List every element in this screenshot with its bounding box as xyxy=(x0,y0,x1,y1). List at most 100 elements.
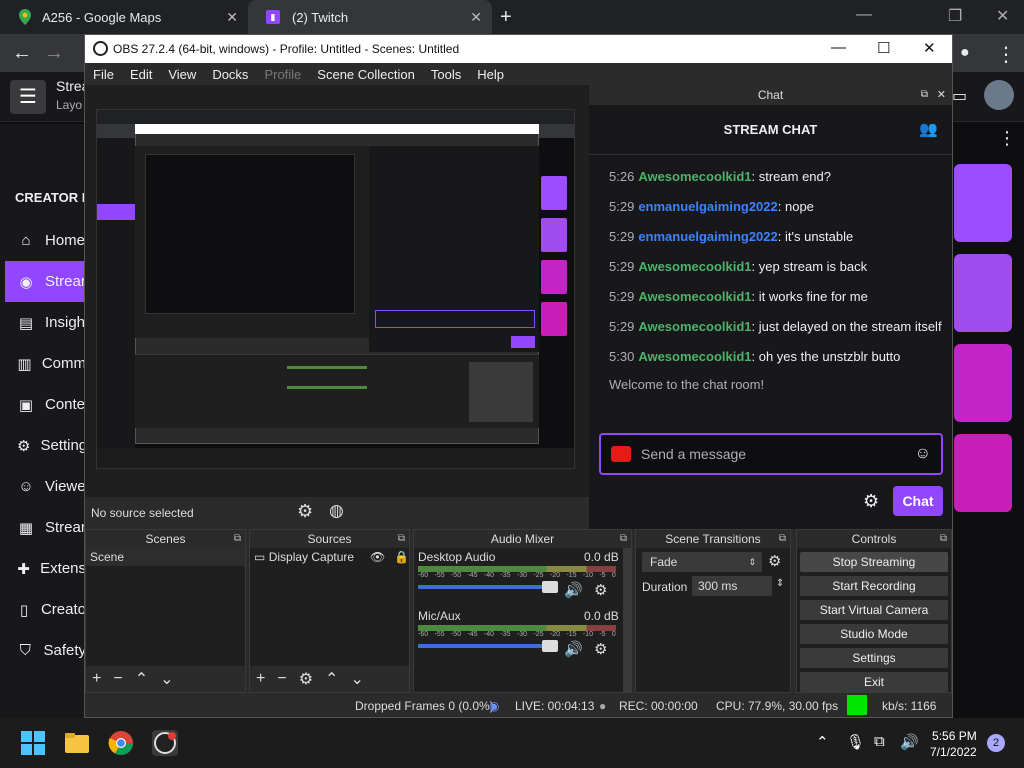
sidebar-item-viewer[interactable]: ☺ Viewe xyxy=(5,466,86,507)
exit-button[interactable]: Exit xyxy=(800,672,948,692)
float-dock-icon[interactable]: ⧉ xyxy=(620,530,627,548)
menu-help[interactable]: Help xyxy=(477,67,504,82)
slider-handle[interactable] xyxy=(542,640,558,652)
slider-handle[interactable] xyxy=(542,581,558,593)
quick-action-card[interactable] xyxy=(954,164,1012,242)
float-dock-icon[interactable]: ⧉ xyxy=(940,530,947,548)
scene-item[interactable]: Scene xyxy=(86,548,245,566)
spinner-arrows-icon[interactable]: ⇕ xyxy=(776,578,784,589)
volume-slider[interactable] xyxy=(418,581,558,593)
sidebar-item-community[interactable]: ▥ Comm xyxy=(5,343,86,384)
channel-settings-icon[interactable]: ⚙ xyxy=(594,640,607,658)
source-properties-icon[interactable]: ⚙ xyxy=(297,501,313,522)
float-dock-icon[interactable]: ⧉ xyxy=(234,530,241,548)
minimize-icon[interactable]: — xyxy=(856,6,872,24)
profile-icon[interactable]: ● xyxy=(960,44,970,62)
sidebar-item-creator-camp[interactable]: ▯ Creato xyxy=(5,589,86,630)
visibility-eye-icon[interactable]: 👁 xyxy=(370,548,385,566)
sidebar-item-insights[interactable]: ▤ Insigh xyxy=(5,302,86,343)
back-icon[interactable]: ← xyxy=(12,42,32,65)
chrome-icon[interactable] xyxy=(108,730,134,756)
quick-action-card[interactable] xyxy=(954,434,1012,512)
speaker-icon[interactable]: 🔊 xyxy=(564,640,583,658)
users-icon[interactable]: 👥 xyxy=(919,105,938,155)
emote-picker-icon[interactable]: ☺ xyxy=(915,445,931,463)
menu-file[interactable]: File xyxy=(93,67,114,82)
remove-icon[interactable]: − xyxy=(113,670,122,688)
transition-settings-icon[interactable]: ⚙ xyxy=(768,552,781,570)
lock-icon[interactable]: 🔒 xyxy=(394,548,409,566)
move-up-icon[interactable]: ⌃ xyxy=(135,669,148,689)
float-dock-icon[interactable]: ⧉ xyxy=(398,530,405,548)
start-recording-button[interactable]: Start Recording xyxy=(800,576,948,596)
menu-scene-collection[interactable]: Scene Collection xyxy=(317,67,415,82)
tab-twitch[interactable]: ▮ (2) Twitch ✕ xyxy=(248,0,492,34)
chat-send-button[interactable]: Chat xyxy=(893,486,943,516)
channel-settings-icon[interactable]: ⚙ xyxy=(594,581,607,599)
add-icon[interactable]: + xyxy=(256,670,265,688)
avatar[interactable] xyxy=(984,80,1014,110)
sidebar-item-settings[interactable]: ⚙ Setting xyxy=(5,425,86,466)
windows-start-icon[interactable] xyxy=(20,730,46,756)
sidebar-item-stream-tools[interactable]: ▦ Strear xyxy=(5,507,86,548)
duration-input[interactable]: 300 ms xyxy=(692,576,772,596)
tab-google-maps[interactable]: A256 - Google Maps ✕ xyxy=(0,0,248,34)
volume-slider[interactable] xyxy=(418,640,558,652)
sidebar-item-stream[interactable]: ◉ Strear xyxy=(5,261,86,302)
move-up-icon[interactable]: ⌃ xyxy=(325,669,338,689)
move-down-icon[interactable]: ⌄ xyxy=(350,669,363,689)
sidebar-item-home[interactable]: ⌂ Home xyxy=(5,220,86,261)
mixer-scrollbar[interactable] xyxy=(623,548,631,692)
tab-label: A256 - Google Maps xyxy=(42,9,162,25)
sidebar-item-content[interactable]: ▣ Conte xyxy=(5,384,86,425)
menu-profile[interactable]: Profile xyxy=(264,67,301,82)
source-item[interactable]: ▭ Display Capture 👁 🔒 xyxy=(250,548,409,566)
restore-icon[interactable]: ❐ xyxy=(948,6,962,26)
remove-icon[interactable]: − xyxy=(277,670,286,688)
move-down-icon[interactable]: ⌄ xyxy=(160,669,173,689)
menu-tools[interactable]: Tools xyxy=(431,67,461,82)
chat-input[interactable]: Send a message ☺ xyxy=(599,433,943,475)
new-tab-button[interactable]: + xyxy=(500,6,512,29)
close-tab-icon[interactable]: ✕ xyxy=(226,9,238,26)
forward-icon[interactable]: → xyxy=(44,42,64,65)
float-dock-icon[interactable]: ⧉ xyxy=(779,530,786,548)
chevron-up-icon[interactable]: ⌃ xyxy=(816,733,829,751)
close-icon[interactable]: ✕ xyxy=(996,6,1009,26)
chat-icon[interactable]: ▭ xyxy=(952,86,967,106)
source-filters-icon[interactable]: ◍ xyxy=(329,501,344,521)
speaker-icon[interactable]: 🔊 xyxy=(564,581,583,599)
studio-mode-button[interactable]: Studio Mode xyxy=(800,624,948,644)
menu-edit[interactable]: Edit xyxy=(130,67,152,82)
obs-taskbar-icon[interactable] xyxy=(152,730,178,756)
file-explorer-icon[interactable] xyxy=(64,730,90,756)
menu-docks[interactable]: Docks xyxy=(212,67,248,82)
add-icon[interactable]: + xyxy=(92,670,101,688)
maximize-icon[interactable]: ☐ xyxy=(877,39,890,57)
sidebar-item-extensions[interactable]: ✚ Extens xyxy=(5,548,86,589)
close-dock-icon[interactable]: ✕ xyxy=(937,85,946,105)
quick-action-card[interactable] xyxy=(954,254,1012,332)
settings-button[interactable]: Settings xyxy=(800,648,948,668)
screen-capture-icon[interactable]: ⧉ xyxy=(874,733,885,750)
minimize-icon[interactable]: — xyxy=(831,39,846,56)
preview-area[interactable] xyxy=(85,85,589,497)
sidebar-item-safety[interactable]: ⛉ Safety xyxy=(5,630,86,671)
menu-icon[interactable]: ☰ xyxy=(10,80,46,114)
quick-action-card[interactable] xyxy=(954,344,1012,422)
transition-select[interactable]: Fade ⇕ xyxy=(642,552,762,572)
clock[interactable]: 5:56 PM 7/1/2022 xyxy=(930,728,977,760)
volume-icon[interactable]: 🔊 xyxy=(900,733,919,751)
more-icon[interactable]: ⋮ xyxy=(996,42,1016,67)
start-virtual-camera-button[interactable]: Start Virtual Camera xyxy=(800,600,948,620)
notification-badge[interactable]: 2 xyxy=(987,734,1005,752)
stop-streaming-button[interactable]: Stop Streaming xyxy=(800,552,948,572)
menu-view[interactable]: View xyxy=(168,67,196,82)
float-dock-icon[interactable]: ⧉ xyxy=(921,85,928,105)
microphone-icon[interactable]: 🎙 xyxy=(846,733,865,751)
close-icon[interactable]: ✕ xyxy=(923,39,936,57)
chat-settings-icon[interactable]: ⚙ xyxy=(863,491,879,512)
close-tab-icon[interactable]: ✕ xyxy=(470,9,482,26)
source-settings-icon[interactable]: ⚙ xyxy=(299,669,313,689)
more-options-icon[interactable]: ⋮ xyxy=(998,128,1016,149)
